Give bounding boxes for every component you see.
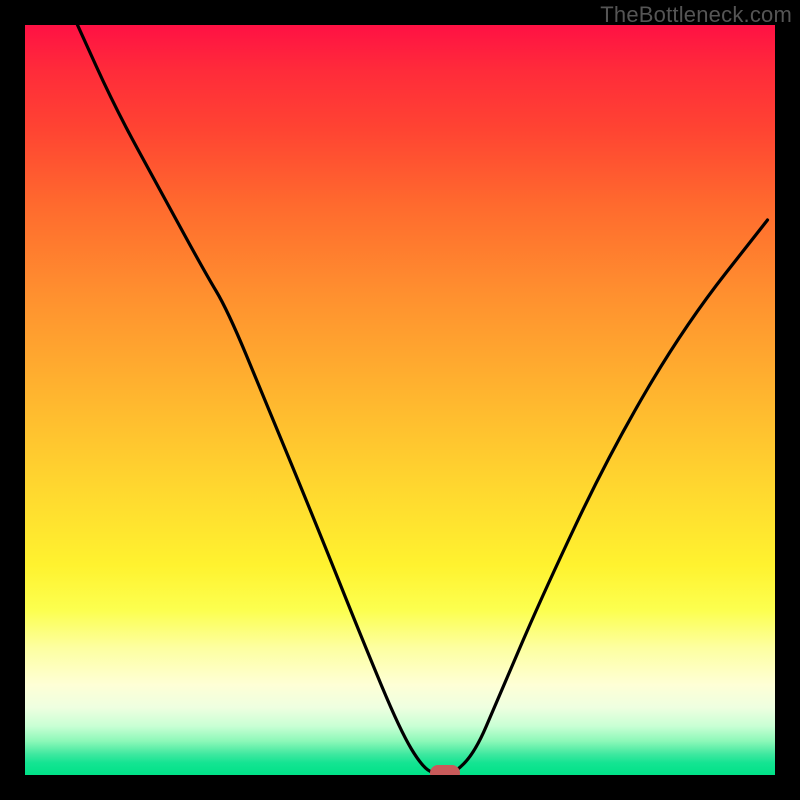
bottleneck-marker bbox=[430, 765, 460, 775]
bottleneck-curve bbox=[25, 25, 775, 775]
watermark-text: TheBottleneck.com bbox=[600, 2, 792, 28]
plot-area bbox=[25, 25, 775, 775]
